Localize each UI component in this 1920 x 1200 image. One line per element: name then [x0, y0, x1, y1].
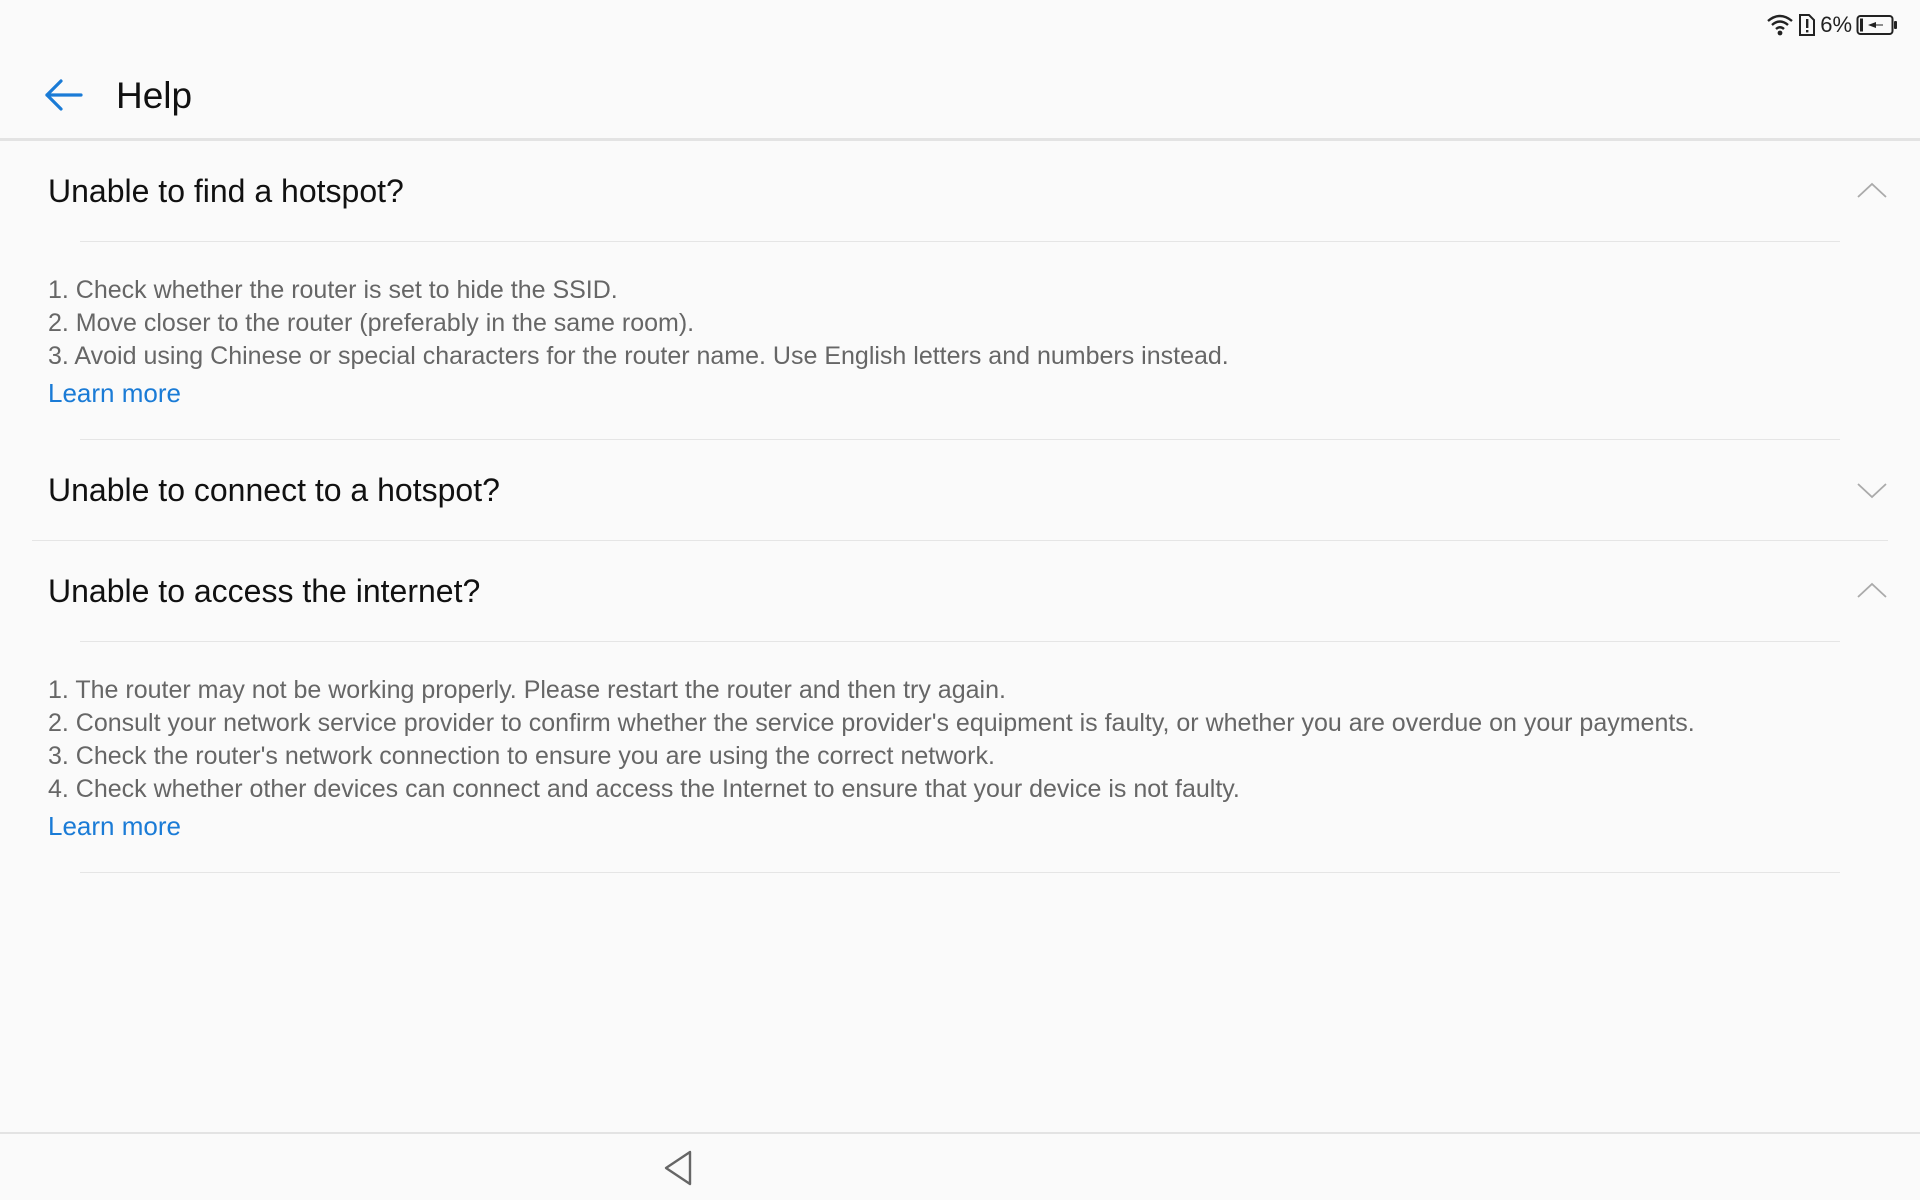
help-item: 2. Consult your network service provider… — [48, 709, 1695, 737]
app-bar: Help — [0, 48, 1920, 141]
chevron-down-icon — [1857, 483, 1887, 499]
section-body-access-internet: 1. The router may not be working properl… — [0, 642, 1920, 872]
battery-charging-icon — [1856, 14, 1898, 36]
help-item: 4. Check whether other devices can conne… — [48, 775, 1240, 803]
section-title: Unable to connect to a hotspot? — [48, 472, 500, 508]
help-item: 3. Check the router's network connection… — [48, 742, 995, 770]
section-body-find-hotspot: 1. Check whether the router is set to hi… — [0, 242, 1920, 439]
section-header-find-hotspot[interactable]: Unable to find a hotspot? — [0, 141, 1920, 241]
sim-alert-icon — [1798, 13, 1816, 37]
help-item: 1. Check whether the router is set to hi… — [48, 276, 618, 304]
chevron-up-icon — [1857, 182, 1887, 198]
help-content: Unable to find a hotspot? 1. Check wheth… — [0, 141, 1920, 873]
arrow-left-icon — [43, 75, 83, 120]
section-header-connect-hotspot[interactable]: Unable to connect to a hotspot? — [0, 440, 1920, 540]
wifi-icon — [1766, 13, 1794, 37]
learn-more-link[interactable]: Learn more — [48, 808, 181, 844]
help-item: 3. Avoid using Chinese or special charac… — [48, 342, 1229, 370]
help-item: 2. Move closer to the router (preferably… — [48, 309, 695, 337]
status-icons: 6% — [1766, 12, 1898, 38]
back-button[interactable] — [36, 70, 90, 124]
battery-percent: 6% — [1820, 12, 1852, 37]
chevron-up-icon — [1857, 582, 1887, 598]
status-bar: 6% — [0, 0, 1920, 48]
section-header-access-internet[interactable]: Unable to access the internet? — [0, 541, 1920, 641]
section-title: Unable to access the internet? — [48, 573, 481, 609]
learn-more-link[interactable]: Learn more — [48, 375, 181, 411]
divider — [80, 872, 1840, 873]
section-title: Unable to find a hotspot? — [48, 173, 404, 209]
nav-back-triangle-icon[interactable] — [660, 1148, 700, 1188]
help-item: 1. The router may not be working properl… — [48, 676, 1006, 704]
navigation-bar — [0, 1132, 1920, 1200]
page-title: Help — [116, 75, 193, 116]
